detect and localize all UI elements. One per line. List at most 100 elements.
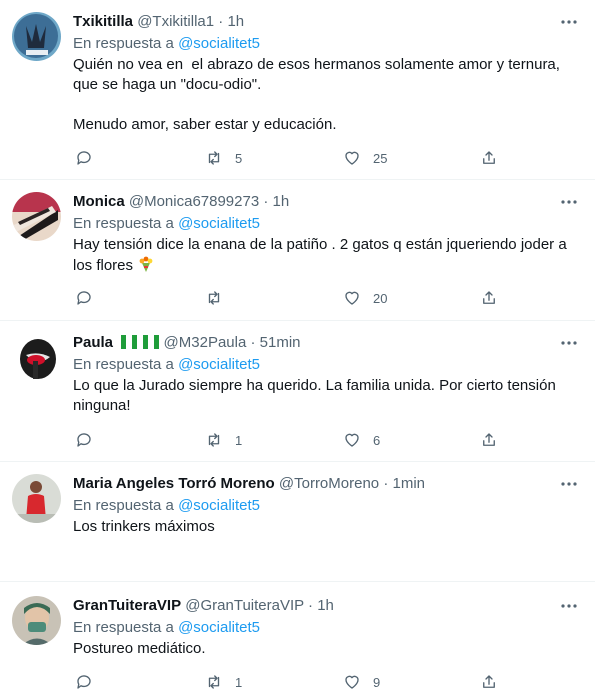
- reply-button[interactable]: [75, 672, 105, 692]
- timestamp[interactable]: 51min: [260, 334, 301, 351]
- tweet-actions: 1 9: [73, 672, 503, 692]
- reply-context: En respuesta a @socialitet5: [73, 355, 579, 375]
- avatar-image: [12, 192, 61, 241]
- share-icon: [483, 151, 495, 164]
- more-icon[interactable]: [559, 12, 579, 32]
- flag-icon: [143, 335, 160, 355]
- share-button[interactable]: [480, 430, 498, 450]
- display-name[interactable]: Txikitilla: [73, 13, 133, 30]
- reply-button[interactable]: [75, 148, 105, 168]
- retweet-icon: [208, 433, 220, 447]
- comment-icon: [77, 433, 91, 447]
- retweet-button[interactable]: 1: [205, 672, 242, 692]
- more-icon[interactable]: [559, 474, 579, 494]
- reply-button[interactable]: [75, 430, 105, 450]
- more-icon[interactable]: [559, 596, 579, 616]
- share-button[interactable]: [480, 148, 498, 168]
- like-button[interactable]: 9: [343, 672, 380, 692]
- reply-context: En respuesta a @socialitet5: [73, 34, 579, 54]
- share-button[interactable]: [480, 672, 498, 692]
- display-name[interactable]: Maria Angeles Torró Moreno: [73, 475, 275, 492]
- reply-prefix: En respuesta a: [73, 619, 174, 636]
- reply-context: En respuesta a @socialitet5: [73, 496, 579, 516]
- like-button[interactable]: 20: [343, 288, 387, 308]
- retweet-icon: [208, 675, 220, 689]
- mention-link[interactable]: @socialitet5: [178, 215, 260, 232]
- user-handle[interactable]: @M32Paula: [164, 334, 247, 351]
- tweet-header: Txikitilla @Txikitilla1 · 1h: [73, 12, 579, 32]
- comment-icon: [77, 675, 91, 689]
- separator-dot: ·: [308, 597, 314, 614]
- tweet-header: Monica @Monica67899273 · 1h: [73, 192, 579, 212]
- tweet[interactable]: Paula @M32Paula · 51min En respuesta a @…: [0, 321, 595, 462]
- retweet-count: 5: [235, 150, 243, 166]
- avatar[interactable]: [12, 596, 61, 645]
- retweet-icon: [208, 151, 220, 165]
- user-handle[interactable]: @TorroMoreno: [279, 475, 379, 492]
- tweet-text: Postureo mediático.: [73, 640, 206, 657]
- tweet[interactable]: GranTuiteraVIP @GranTuiteraVIP · 1h En r…: [0, 582, 595, 697]
- display-name[interactable]: Paula: [73, 334, 113, 351]
- tweet-header: GranTuiteraVIP @GranTuiteraVIP · 1h: [73, 596, 579, 616]
- reply-prefix: En respuesta a: [73, 497, 174, 514]
- user-handle[interactable]: @Txikitilla1: [137, 13, 214, 30]
- retweet-count: 1: [235, 432, 243, 448]
- retweet-count: 1: [235, 674, 243, 690]
- separator-dot: ·: [250, 334, 256, 351]
- like-count: 6: [373, 432, 381, 448]
- tweet-text: Los trinkers máximos: [73, 518, 215, 535]
- share-icon: [483, 433, 495, 446]
- reply-button[interactable]: [75, 288, 105, 308]
- tweet-actions: 20: [73, 288, 503, 308]
- heart-icon: [345, 291, 359, 305]
- comment-icon: [77, 151, 91, 165]
- reply-context: En respuesta a @socialitet5: [73, 214, 579, 234]
- more-icon[interactable]: [559, 333, 579, 353]
- avatar[interactable]: [12, 12, 61, 61]
- separator-dot: ·: [383, 475, 389, 492]
- share-button[interactable]: [480, 288, 498, 308]
- user-handle[interactable]: @Monica67899273: [129, 193, 259, 210]
- avatar-image: [12, 596, 61, 645]
- avatar[interactable]: [12, 192, 61, 241]
- heart-icon: [345, 433, 359, 447]
- display-name[interactable]: Monica: [73, 193, 125, 210]
- mention-link[interactable]: @socialitet5: [178, 35, 260, 52]
- retweet-button[interactable]: 5: [205, 148, 242, 168]
- tweet-header: Maria Angeles Torró Moreno @TorroMoreno …: [73, 474, 579, 494]
- tweet-text: Quién no vea en el abrazo de esos herman…: [73, 56, 560, 133]
- share-icon: [483, 675, 495, 688]
- separator-dot: ·: [263, 193, 269, 210]
- like-count: 9: [373, 674, 381, 690]
- tweet[interactable]: Txikitilla @Txikitilla1 · 1h En respuest…: [0, 0, 595, 180]
- retweet-button[interactable]: 1: [205, 430, 242, 450]
- reply-prefix: En respuesta a: [73, 215, 174, 232]
- user-handle[interactable]: @GranTuiteraVIP: [185, 597, 304, 614]
- tweet-feed: Txikitilla @Txikitilla1 · 1h En respuest…: [0, 0, 595, 697]
- like-button[interactable]: 6: [343, 430, 380, 450]
- flag-icon: [121, 335, 138, 355]
- bouquet-icon: [137, 255, 155, 279]
- timestamp[interactable]: 1h: [227, 13, 244, 30]
- retweet-button[interactable]: [205, 288, 235, 308]
- mention-link[interactable]: @socialitet5: [178, 497, 260, 514]
- like-button[interactable]: 25: [343, 148, 387, 168]
- timestamp[interactable]: 1h: [273, 193, 290, 210]
- display-name[interactable]: GranTuiteraVIP: [73, 597, 181, 614]
- mention-link[interactable]: @socialitet5: [178, 619, 260, 636]
- tweet[interactable]: Maria Angeles Torró Moreno @TorroMoreno …: [0, 462, 595, 582]
- mention-link[interactable]: @socialitet5: [178, 356, 260, 373]
- separator-dot: ·: [218, 13, 224, 30]
- avatar[interactable]: [12, 333, 61, 382]
- more-icon[interactable]: [559, 192, 579, 212]
- timestamp[interactable]: 1h: [317, 597, 334, 614]
- tweet[interactable]: Monica @Monica67899273 · 1h En respuesta…: [0, 180, 595, 321]
- avatar[interactable]: [12, 474, 61, 523]
- reply-prefix: En respuesta a: [73, 35, 174, 52]
- avatar-image: [12, 474, 61, 523]
- reply-prefix: En respuesta a: [73, 356, 174, 373]
- tweet-actions: 5 25: [73, 148, 503, 168]
- heart-icon: [345, 151, 359, 165]
- timestamp[interactable]: 1min: [392, 475, 425, 492]
- tweet-text: Lo que la Jurado siempre ha querido. La …: [73, 377, 560, 414]
